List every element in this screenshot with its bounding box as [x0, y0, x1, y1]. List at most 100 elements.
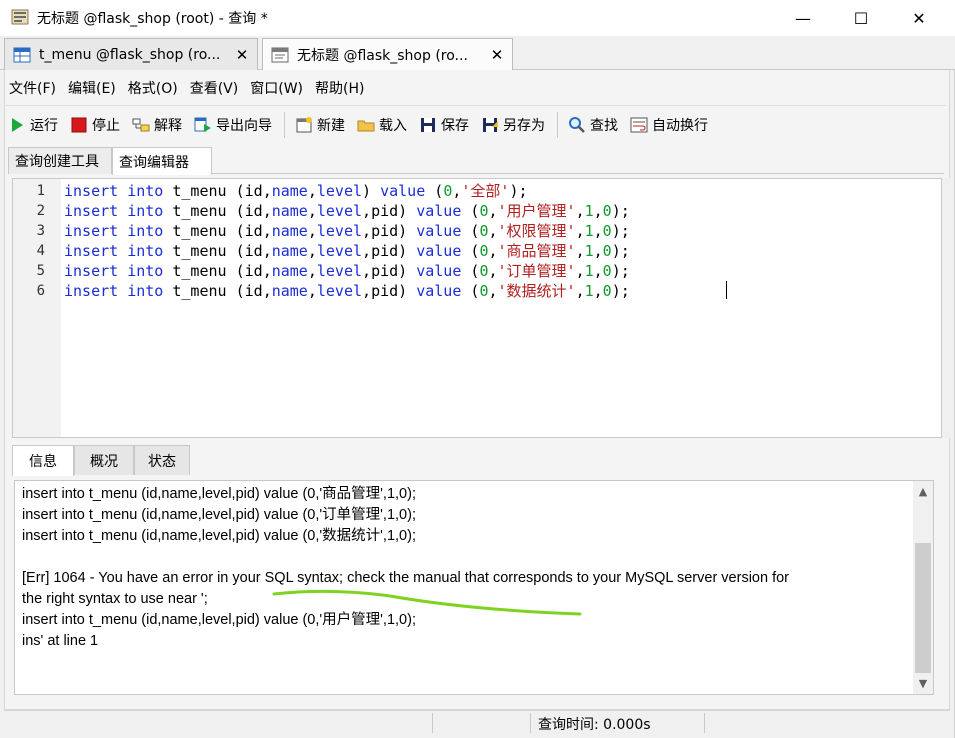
load-label: 载入: [379, 118, 407, 134]
sql-punct: ,: [488, 202, 498, 220]
explain-button[interactable]: 解释: [132, 115, 182, 135]
find-button[interactable]: 查找: [568, 115, 618, 135]
new-label: 新建: [317, 118, 345, 134]
sql-punct: ,: [488, 242, 498, 260]
save-button[interactable]: 保存: [419, 115, 469, 135]
message-line: insert into t_menu (id,name,level,pid) v…: [22, 486, 416, 502]
sql-column: id: [244, 202, 263, 220]
app-window: 无标题 @flask_shop (root) - 查询 * — ☐ ✕ t_me…: [0, 0, 955, 738]
sql-number: 0: [602, 202, 612, 220]
sql-column: name: [271, 222, 308, 240]
sql-punct: ,: [575, 262, 585, 280]
run-button[interactable]: 运行: [8, 115, 58, 135]
sql-column: level: [316, 222, 363, 240]
code-line: 5 insert into t_menu (id,name,level,pid) …: [13, 261, 941, 281]
sql-punct: ,: [575, 222, 585, 240]
tab-query-builder[interactable]: 查询创建工具: [8, 147, 112, 174]
doc-tab-query[interactable]: 无标题 @flask_shop (ro... ✕: [262, 38, 513, 71]
sql-punct: ): [398, 222, 417, 240]
query-icon: [271, 47, 289, 63]
sql-keyword: insert: [64, 242, 119, 260]
code-line: 4 insert into t_menu (id,name,level,pid) …: [13, 241, 941, 261]
tab-profile[interactable]: 概况: [74, 445, 134, 475]
sql-punct: ,: [575, 282, 585, 300]
word-wrap-button[interactable]: 自动换行: [630, 115, 708, 135]
load-button[interactable]: 载入: [357, 115, 407, 135]
sql-punct: ,: [488, 222, 498, 240]
scroll-down-icon[interactable]: ▼: [913, 677, 933, 690]
export-wizard-button[interactable]: 导出向导: [194, 115, 272, 135]
message-scrollbar[interactable]: ▲ ▼: [913, 481, 933, 694]
save-as-label: 另存为: [503, 118, 545, 134]
close-window-button[interactable]: ✕: [896, 0, 942, 36]
result-tab-bar: 信息 概况 状态: [12, 445, 944, 476]
sql-punct: );: [509, 182, 528, 200]
sql-punct: (: [425, 182, 444, 200]
doc-tab-t-menu[interactable]: t_menu @flask_shop (ro... ✕: [4, 38, 258, 70]
close-tab-icon[interactable]: ✕: [231, 46, 253, 64]
tab-query-editor[interactable]: 查询编辑器: [112, 147, 212, 175]
stop-button[interactable]: 停止: [70, 115, 120, 135]
window-title: 无标题 @flask_shop (root) - 查询 *: [37, 11, 268, 27]
menu-help[interactable]: 帮助(H): [310, 78, 369, 98]
scroll-thumb[interactable]: [915, 543, 931, 673]
menu-edit[interactable]: 编辑(E): [63, 78, 121, 98]
save-as-button[interactable]: 另存为: [481, 115, 545, 135]
sql-number: 1: [584, 262, 594, 280]
sql-keyword: insert: [64, 182, 119, 200]
maximize-button[interactable]: ☐: [838, 0, 884, 36]
sql-column: id: [244, 182, 263, 200]
code-line: 6 insert into t_menu (id,name,level,pid) …: [13, 281, 941, 301]
sql-editor[interactable]: 1 insert into t_menu (id,name,level) valu…: [12, 178, 942, 438]
sql-column: pid: [371, 202, 399, 220]
navicat-app-icon: [11, 9, 29, 25]
code-text: insert into t_menu (id,name,level,pid) v…: [64, 241, 630, 261]
tab-message[interactable]: 信息: [12, 445, 74, 476]
error-message-line: the right syntax to use near ';: [22, 591, 208, 607]
close-tab-icon[interactable]: ✕: [486, 46, 508, 64]
export-icon: [194, 117, 211, 132]
sql-identifier: t_menu (: [163, 262, 245, 280]
menu-format[interactable]: 格式(O): [123, 78, 183, 98]
play-icon: [12, 118, 23, 132]
sql-keyword: into: [127, 202, 164, 220]
find-label: 查找: [590, 118, 618, 134]
search-icon: [569, 117, 585, 133]
code-line: 1 insert into t_menu (id,name,level) valu…: [13, 181, 941, 201]
menu-file[interactable]: 文件(F): [4, 78, 61, 98]
tab-status[interactable]: 状态: [134, 445, 190, 475]
sql-string: '用户管理': [497, 202, 576, 220]
export-label: 导出向导: [216, 118, 272, 134]
sql-punct: (: [461, 222, 480, 240]
sql-number: 1: [584, 242, 594, 260]
text-cursor: [726, 281, 727, 299]
menu-bar: 文件(F) 编辑(E) 格式(O) 查看(V) 窗口(W) 帮助(H): [4, 74, 371, 102]
sql-column: level: [316, 242, 363, 260]
word-wrap-icon: [630, 117, 648, 133]
folder-icon: [357, 120, 375, 132]
stop-icon: [71, 117, 87, 133]
doc-tab-label: t_menu @flask_shop (ro...: [39, 46, 221, 63]
sql-keyword: value: [416, 262, 462, 280]
menu-window[interactable]: 窗口(W): [245, 78, 308, 98]
sql-column: id: [244, 262, 263, 280]
sql-identifier: t_menu (: [163, 202, 245, 220]
sql-column: id: [244, 222, 263, 240]
sql-column: level: [316, 282, 363, 300]
minimize-button[interactable]: —: [780, 0, 826, 36]
scroll-up-icon[interactable]: ▲: [913, 485, 933, 498]
sql-column: name: [271, 262, 308, 280]
sql-punct: );: [611, 202, 630, 220]
menu-view[interactable]: 查看(V): [185, 78, 244, 98]
new-button[interactable]: 新建: [295, 115, 345, 135]
code-text: insert into t_menu (id,name,level,pid) v…: [64, 281, 630, 301]
run-label: 运行: [30, 118, 58, 134]
toolbar: 运行 停止 解释 导出向导 新建 载入 保存 另存为 查找 自动换行: [8, 109, 720, 141]
sql-punct: ): [362, 182, 381, 200]
sql-column: name: [271, 242, 308, 260]
